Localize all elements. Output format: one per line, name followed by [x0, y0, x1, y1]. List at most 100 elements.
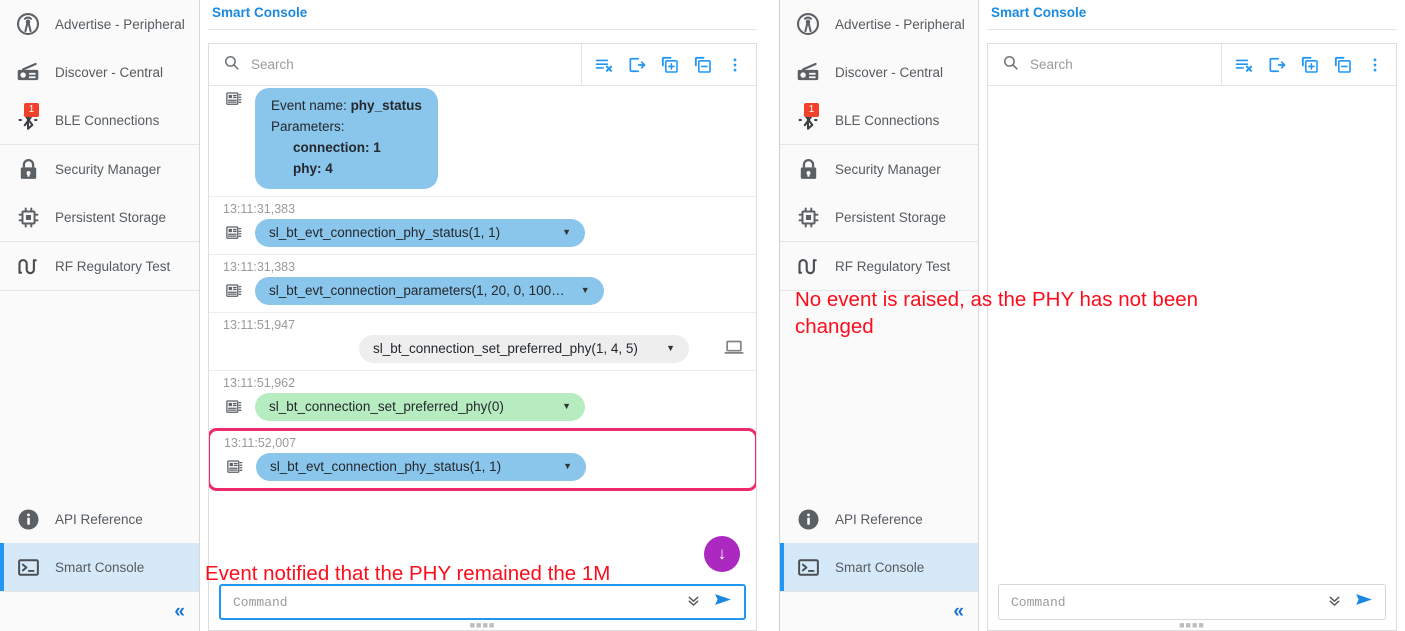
console-log-rows[interactable]: Event name: phy_status Parameters: conne… [209, 86, 756, 576]
export-icon[interactable] [627, 55, 647, 75]
sidebar-item-discover-central[interactable]: Discover - Central [0, 48, 199, 96]
sidebar-bottom-group: API Reference Smart Console « [780, 495, 978, 631]
sidebar-item-discover-central[interactable]: Discover - Central [780, 48, 978, 96]
table-row[interactable]: 13:11:31,383 sl_ [209, 255, 756, 313]
sidebar-item-label: Security Manager [835, 161, 941, 177]
log-entry-pill[interactable]: sl_bt_evt_connection_phy_status(1, 1) ▼ [256, 453, 586, 481]
lock-icon [14, 155, 42, 183]
sidebar-item-label: Security Manager [55, 161, 161, 177]
log-entry-pill[interactable]: sl_bt_evt_connection_phy_status(1, 1) ▼ [255, 219, 585, 247]
search-zone[interactable] [988, 44, 1222, 85]
send-icon[interactable] [1353, 590, 1375, 614]
log-entry-text: sl_bt_evt_connection_phy_status(1, 1) [270, 459, 502, 474]
command-bar[interactable] [219, 584, 746, 620]
log-entry-text: sl_bt_connection_set_preferred_phy(0) [269, 399, 504, 414]
sidebar-item-advertise-peripheral[interactable]: Advertise - Peripheral [780, 0, 978, 48]
resize-grip[interactable]: ■■■■ [219, 620, 746, 630]
table-row[interactable]: 13:11:31,383 sl_ [209, 197, 756, 255]
log-entry-pill[interactable]: sl_bt_evt_connection_parameters(1, 20, 0… [255, 277, 604, 305]
sidebar-item-label: RF Regulatory Test [835, 258, 951, 274]
chevron-down-icon[interactable]: ▼ [562, 228, 571, 237]
sidebar-group-test: RF Regulatory Test [780, 242, 978, 291]
clear-list-icon[interactable] [594, 55, 614, 75]
sidebar-group-connectivity: Advertise - Peripheral Discover - Centra… [0, 0, 199, 145]
sidebar-group-services: Security Manager Persistent Storage [780, 145, 978, 242]
chevron-down-icon[interactable]: ▼ [581, 286, 590, 295]
event-entry-icon [223, 398, 245, 416]
table-row[interactable]: 13:11:51,947 sl_bt_connection_set_prefer… [209, 313, 756, 371]
command-bar[interactable] [998, 584, 1386, 620]
sidebar-item-persistent-storage[interactable]: Persistent Storage [0, 193, 199, 241]
sidebar-item-ble-connections[interactable]: 1 BLE Connections [780, 96, 978, 144]
log-entry-text: sl_bt_evt_connection_parameters(1, 20, 0… [269, 283, 565, 298]
sidebar-item-label: Advertise - Peripheral [835, 16, 965, 32]
lock-icon [794, 155, 822, 183]
more-vertical-icon[interactable] [1366, 55, 1384, 75]
log-entry-text: sl_bt_connection_set_preferred_phy(1, 4,… [373, 341, 638, 356]
row-timestamp: 13:11:52,007 [224, 436, 297, 450]
sidebar-collapse-button[interactable]: « [0, 591, 199, 631]
scroll-to-bottom-button[interactable]: ↓ [704, 536, 740, 572]
chevron-down-icon[interactable]: ▼ [563, 462, 572, 471]
log-entry-pill[interactable]: sl_bt_connection_set_preferred_phy(1, 4,… [359, 335, 689, 363]
sidebar-badge: 1 [24, 103, 39, 117]
sidebar-bottom-group: API Reference Smart Console « [0, 495, 199, 631]
search-zone[interactable] [209, 44, 582, 85]
copy-remove-icon[interactable] [1333, 55, 1353, 75]
sidebar-item-security-manager[interactable]: Security Manager [780, 145, 978, 193]
copy-remove-icon[interactable] [693, 55, 713, 75]
page-title: Smart Console [208, 0, 757, 30]
expanded-event-card: Event name: phy_status Parameters: conne… [255, 88, 438, 189]
sidebar-item-security-manager[interactable]: Security Manager [0, 145, 199, 193]
page-title: Smart Console [987, 0, 1397, 30]
sine-wave-icon [794, 252, 822, 280]
toolbar-icons [1222, 55, 1396, 75]
resize-grip[interactable]: ■■■■ [998, 620, 1386, 630]
sidebar-item-rf-regulatory-test[interactable]: RF Regulatory Test [780, 242, 978, 290]
copy-add-icon[interactable] [660, 55, 680, 75]
sidebar-collapse-button[interactable]: « [780, 591, 978, 631]
copy-add-icon[interactable] [1300, 55, 1320, 75]
sidebar-item-advertise-peripheral[interactable]: Advertise - Peripheral [0, 0, 199, 48]
row-timestamp: 13:11:31,383 [223, 202, 296, 216]
expand-suggestions-icon[interactable] [685, 592, 702, 612]
search-input[interactable] [251, 57, 556, 72]
event-name-value: phy_status [350, 98, 422, 113]
sidebar-item-smart-console[interactable]: Smart Console [780, 543, 978, 591]
chevron-down-icon[interactable]: ▼ [562, 402, 571, 411]
table-row[interactable]: Event name: phy_status Parameters: conne… [209, 86, 756, 197]
clear-list-icon[interactable] [1234, 55, 1254, 75]
annotation-left: Event notified that the PHY remained the… [205, 562, 611, 585]
search-input[interactable] [1030, 57, 1217, 72]
event-entry-icon [223, 90, 245, 108]
sidebar-group-test: RF Regulatory Test [0, 242, 199, 291]
expand-suggestions-icon[interactable] [1326, 592, 1343, 612]
param-connection-value: 1 [373, 140, 381, 155]
sidebar-item-api-reference[interactable]: API Reference [0, 495, 199, 543]
sidebar-item-persistent-storage[interactable]: Persistent Storage [780, 193, 978, 241]
app-screenshot: Advertise - Peripheral Discover - Centra… [0, 0, 1405, 631]
log-entry-pill[interactable]: sl_bt_connection_set_preferred_phy(0) ▼ [255, 393, 585, 421]
sidebar-item-label: Discover - Central [835, 64, 944, 80]
more-vertical-icon[interactable] [726, 55, 744, 75]
sidebar-item-api-reference[interactable]: API Reference [780, 495, 978, 543]
search-icon [1002, 54, 1019, 76]
sine-wave-icon [14, 252, 42, 280]
table-row-highlighted[interactable]: 13:11:52,007 sl_bt_evt_connection_phy_st… [209, 428, 756, 491]
console-container: Event name: phy_status Parameters: conne… [208, 43, 757, 631]
table-row[interactable]: 13:11:51,962 sl_bt_connection_set_prefer… [209, 371, 756, 429]
sidebar-item-rf-regulatory-test[interactable]: RF Regulatory Test [0, 242, 199, 290]
command-input[interactable] [233, 594, 685, 610]
sidebar-group-services: Security Manager Persistent Storage [0, 145, 199, 242]
terminal-icon [14, 553, 42, 581]
chevron-down-icon[interactable]: ▼ [666, 344, 675, 353]
command-input[interactable] [1011, 594, 1326, 610]
sidebar-item-label: API Reference [55, 511, 143, 527]
sidebar-item-smart-console[interactable]: Smart Console [0, 543, 199, 591]
send-icon[interactable] [712, 590, 734, 614]
sidebar-item-label: Advertise - Peripheral [55, 16, 185, 32]
sidebar-item-ble-connections[interactable]: 1 BLE Connections [0, 96, 199, 144]
info-icon [14, 505, 42, 533]
left-smart-console-panel: Smart Console Search Event name: phy_sta… [200, 0, 765, 631]
export-icon[interactable] [1267, 55, 1287, 75]
